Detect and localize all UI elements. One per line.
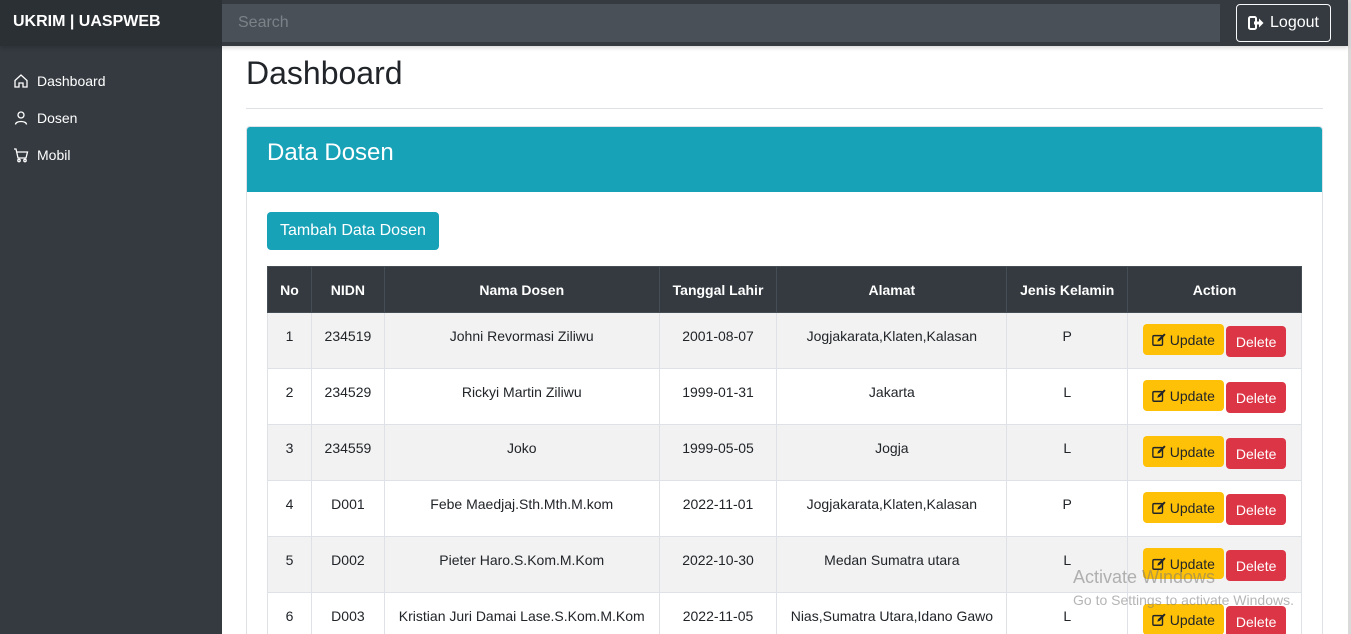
watermark-title: Activate Windows [1073,567,1216,587]
update-button[interactable]: Update [1142,604,1224,634]
update-label: Update [1169,331,1215,348]
header-tanggal-lahir: Tanggal Lahir [658,266,778,313]
cell-action: Update Delete [1127,312,1302,369]
sign-out-icon [1248,16,1264,30]
cell-nama-dosen: Kristian Juri Damai Lase.S.Kom.M.Kom [383,592,660,634]
cell-alamat: Jogjakarata,Klaten,Kalasan [776,312,1008,369]
cell-no: 1 [267,312,312,369]
cell-nama-dosen: Pieter Haro.S.Kom.M.Kom [383,536,660,593]
cell-tanggal-lahir: 2001-08-07 [658,312,778,369]
logout-label: Logout [1270,14,1319,31]
update-button[interactable]: Update [1142,380,1224,411]
table-header-row: No NIDN Nama Dosen Tanggal Lahir Alamat … [267,266,1302,313]
delete-button[interactable]: Delete [1225,438,1287,469]
card-title: Data Dosen [247,127,1322,192]
table-row: 2 234529 Rickyi Martin Ziliwu 1999-01-31 Jak… [267,368,1302,425]
cell-alamat: Jogja [776,424,1008,481]
cell-tanggal-lahir: 2022-11-05 [658,592,778,634]
main-content: Dashboard Data Dosen Tambah Data Dosen N… [246,46,1323,634]
cell-action: Update Delete [1127,424,1302,481]
delete-button[interactable]: Delete [1225,326,1287,357]
cell-no: 5 [267,536,312,593]
dosen-card: Data Dosen Tambah Data Dosen No NIDN Nam… [246,126,1323,634]
top-navbar: UKRIM | UASPWEB Logout [0,0,1348,46]
cell-alamat: Jogjakarata,Klaten,Kalasan [776,480,1008,537]
search-input[interactable] [222,4,1220,42]
edit-icon [1151,612,1166,626]
brand-title[interactable]: UKRIM | UASPWEB [0,0,222,46]
logout-button[interactable]: Logout [1236,4,1331,42]
cell-action: Update Delete [1127,368,1302,425]
table-row: 4 D001 Febe Maedjaj.Sth.Mth.M.kom 2022-11-0… [267,480,1302,537]
header-action: Action [1127,266,1302,313]
sidebar-item-label: Dashboard [37,72,106,89]
sidebar-item-dosen[interactable]: Dosen [0,99,222,136]
cell-tanggal-lahir: 2022-11-01 [658,480,778,537]
table-row: 1 234519 Johni Revormasi Ziliwu 2001-08-07 J… [267,312,1302,369]
title-divider [246,108,1323,109]
cell-no: 3 [267,424,312,481]
cell-no: 4 [267,480,312,537]
cell-nidn: D001 [310,480,385,537]
cell-no: 6 [267,592,312,634]
cell-nidn: 234519 [310,312,385,369]
header-no: No [267,266,312,313]
cell-alamat: Medan Sumatra utara [776,536,1008,593]
cell-nama-dosen: Johni Revormasi Ziliwu [383,312,660,369]
cell-jenis-kelamin: P [1006,480,1129,537]
sidebar-item-mobil[interactable]: Mobil [0,136,222,173]
sidebar: Dashboard Dosen Mobil [0,46,222,634]
page-title: Dashboard [246,55,403,91]
cell-alamat: Nias,Sumatra Utara,Idano Gawo [776,592,1008,634]
sidebar-item-label: Dosen [37,109,78,126]
cell-jenis-kelamin: P [1006,312,1129,369]
cell-tanggal-lahir: 2022-10-30 [658,536,778,593]
windows-activation-watermark: Activate Windows Go to Settings to activ… [1073,567,1294,608]
home-icon [14,73,28,88]
user-icon [14,110,28,125]
edit-icon [1151,444,1166,458]
cell-nidn: 234559 [310,424,385,481]
cart-icon [14,147,29,162]
sidebar-item-dashboard[interactable]: Dashboard [0,62,222,99]
cell-nidn: 234529 [310,368,385,425]
update-label: Update [1169,611,1215,628]
update-button[interactable]: Update [1142,492,1224,523]
update-label: Update [1169,443,1215,460]
cell-tanggal-lahir: 1999-05-05 [658,424,778,481]
delete-button[interactable]: Delete [1225,382,1287,413]
update-label: Update [1169,499,1215,516]
sidebar-item-label: Mobil [37,146,71,163]
add-dosen-button[interactable]: Tambah Data Dosen [267,212,439,250]
cell-action: Update Delete [1127,480,1302,537]
update-label: Update [1169,387,1215,404]
cell-nidn: D003 [310,592,385,634]
header-jenis-kelamin: Jenis Kelamin [1006,266,1129,313]
cell-no: 2 [267,368,312,425]
table-row: 3 234559 Joko 1999-05-05 Jogja L Update Delete [267,424,1302,481]
cell-nama-dosen: Joko [383,424,660,481]
edit-icon [1151,332,1166,346]
edit-icon [1151,388,1166,402]
cell-tanggal-lahir: 1999-01-31 [658,368,778,425]
header-nidn: NIDN [310,266,385,313]
watermark-subtitle: Go to Settings to activate Windows. [1073,592,1294,608]
delete-button[interactable]: Delete [1225,494,1287,525]
cell-nama-dosen: Rickyi Martin Ziliwu [383,368,660,425]
header-alamat: Alamat [776,266,1008,313]
cell-jenis-kelamin: L [1006,368,1129,425]
delete-button[interactable]: Delete [1225,606,1287,634]
cell-alamat: Jakarta [776,368,1008,425]
update-button[interactable]: Update [1142,436,1224,467]
edit-icon [1151,500,1166,514]
cell-nidn: D002 [310,536,385,593]
cell-jenis-kelamin: L [1006,424,1129,481]
header-nama-dosen: Nama Dosen [383,266,660,313]
update-button[interactable]: Update [1142,324,1224,355]
cell-nama-dosen: Febe Maedjaj.Sth.Mth.M.kom [383,480,660,537]
